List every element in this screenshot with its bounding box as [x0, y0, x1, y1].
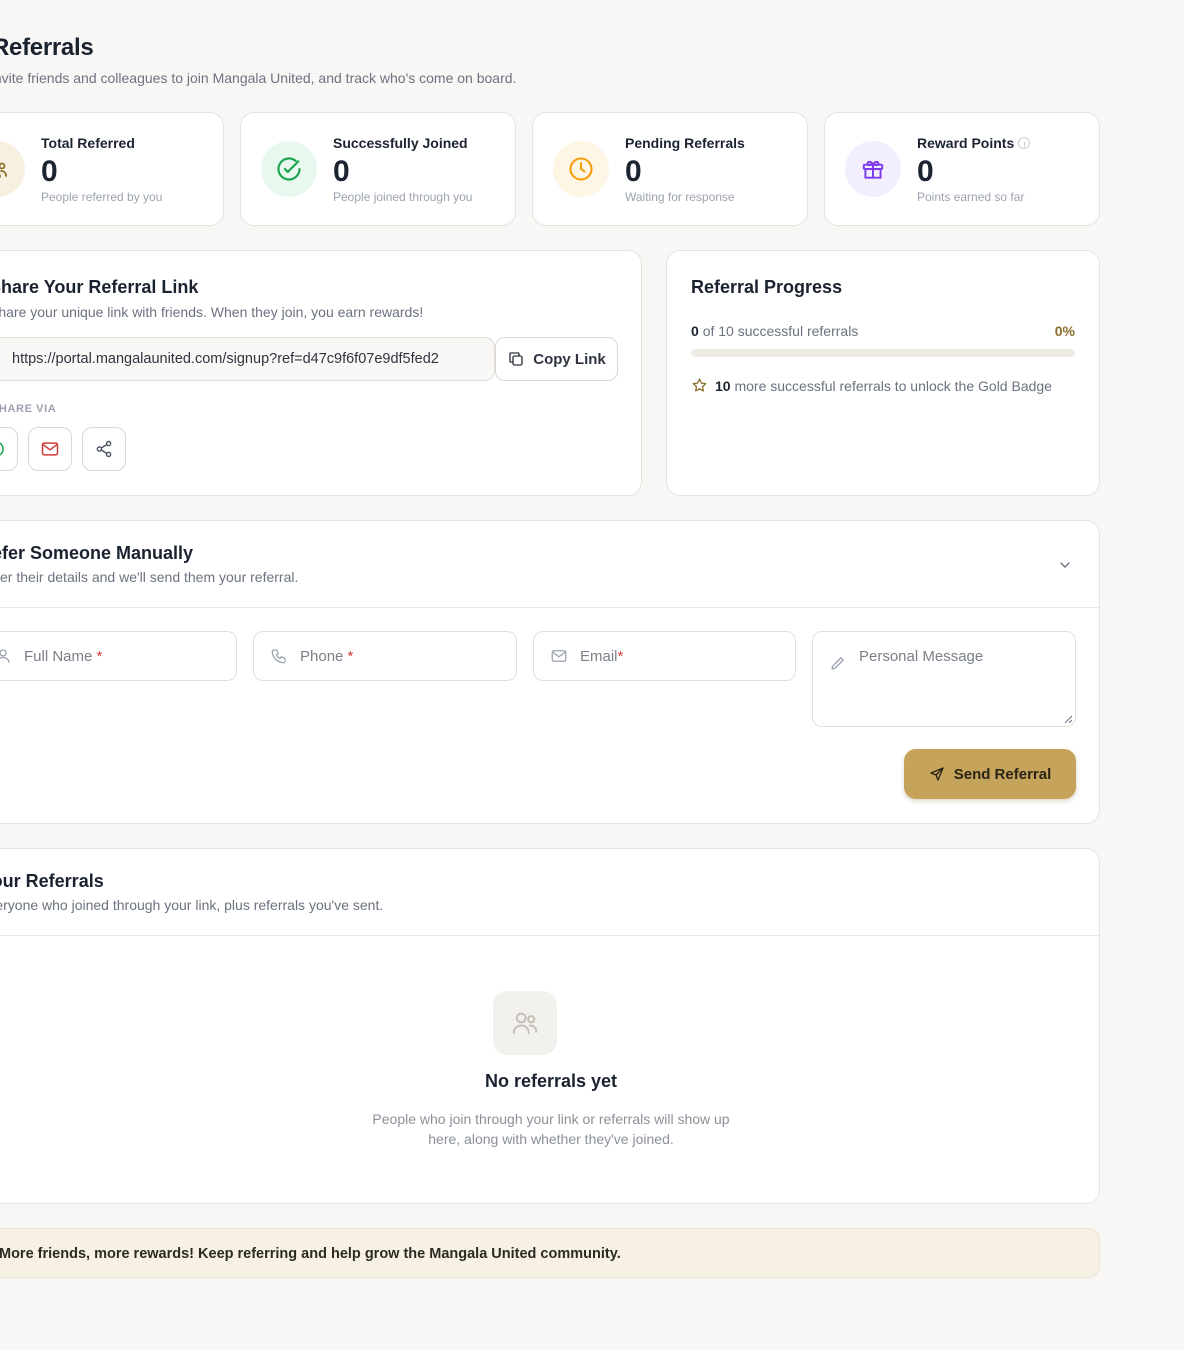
users-icon	[0, 141, 25, 197]
stat-card-total-referred: Total Referred 0 People referred by you	[0, 112, 224, 226]
stat-value: 0	[41, 155, 58, 188]
section-divider	[0, 607, 1099, 608]
gift-icon	[845, 141, 901, 197]
empty-state-text: People who join through your link or ref…	[372, 1111, 730, 1147]
empty-state-title: No referrals yet	[484, 1071, 618, 1091]
stat-value: 0	[625, 155, 642, 188]
page-subtitle: Invite friends and colleagues to join Ma…	[0, 70, 517, 86]
section-divider	[0, 935, 1099, 936]
personal-message-textarea[interactable]: Personal Message	[812, 631, 1076, 727]
email-input[interactable]: Email*	[533, 631, 796, 681]
your-referrals-subtitle: Everyone who joined through your link, p…	[0, 897, 384, 913]
copy-icon	[509, 352, 523, 366]
stat-label: Pending Referrals	[625, 135, 745, 151]
share-link-card: Share Your Referral Link Share your uniq…	[0, 250, 642, 496]
share-icon	[96, 440, 112, 458]
manual-referral-subtitle: Enter their details and we'll send them …	[0, 569, 299, 585]
share-more-button[interactable]	[82, 427, 126, 471]
stat-card-successfully-joined: Successfully Joined 0 People joined thro…	[240, 112, 516, 226]
referral-link-input[interactable]: https://portal.mangalaunited.com/signup?…	[0, 337, 495, 381]
share-email-button[interactable]	[28, 427, 72, 471]
full-name-input[interactable]: Full Name *	[0, 631, 237, 681]
progress-bar	[691, 349, 1075, 357]
stat-label: Total Referred	[41, 135, 135, 151]
chevron-down-icon[interactable]	[1057, 557, 1073, 578]
email-icon	[551, 650, 567, 662]
stat-label: Successfully Joined	[333, 135, 468, 151]
whatsapp-icon	[0, 442, 4, 456]
stat-caption: People referred by you	[41, 190, 163, 204]
stat-caption: Points earned so far	[917, 190, 1025, 204]
resize-handle-icon[interactable]	[1064, 715, 1072, 723]
encouragement-banner: More friends, more rewards! Keep referri…	[0, 1228, 1100, 1278]
users-icon	[493, 991, 557, 1055]
progress-goal: 10 more successful referrals to unlock t…	[691, 377, 1052, 394]
progress-count: 0 of 10 successful referrals	[691, 323, 859, 339]
stat-value: 0	[917, 155, 934, 188]
copy-link-button[interactable]: Copy Link	[495, 337, 618, 381]
pencil-icon	[831, 657, 844, 670]
stat-caption: People joined through you	[333, 190, 473, 204]
stat-caption: Waiting for response	[625, 190, 735, 204]
your-referrals-card: Your Referrals Everyone who joined throu…	[0, 848, 1100, 1204]
manual-referral-card: Refer Someone Manually Enter their detai…	[0, 520, 1100, 824]
send-icon	[930, 767, 944, 781]
check-circle-icon	[261, 141, 317, 197]
share-link-subtitle: Share your unique link with friends. Whe…	[0, 304, 424, 320]
your-referrals-title: Your Referrals	[0, 871, 104, 891]
clock-icon	[553, 141, 609, 197]
stat-card-reward-points: Reward Points 0 Points earned so far	[824, 112, 1100, 226]
stat-card-pending-referrals: Pending Referrals 0 Waiting for response	[532, 112, 808, 226]
share-whatsapp-button[interactable]	[0, 427, 18, 471]
send-referral-button[interactable]: Send Referral	[904, 749, 1076, 799]
referral-progress-card: Referral Progress 0 of 10 successful ref…	[666, 250, 1100, 496]
email-icon	[41, 442, 59, 456]
star-icon	[692, 378, 707, 392]
share-via-label: SHARE VIA	[0, 403, 57, 415]
phone-input[interactable]: Phone *	[253, 631, 517, 681]
share-link-title: Share Your Referral Link	[0, 277, 199, 297]
referral-progress-title: Referral Progress	[691, 277, 843, 297]
page-title: Referrals	[0, 34, 94, 61]
user-icon	[0, 649, 10, 663]
stat-label: Reward Points	[917, 135, 1031, 151]
stat-value: 0	[333, 155, 350, 188]
info-icon[interactable]	[1018, 137, 1031, 150]
progress-percent: 0%	[1054, 323, 1075, 339]
phone-icon	[271, 649, 286, 664]
manual-referral-title: Refer Someone Manually	[0, 543, 194, 563]
copy-link-label: Copy Link	[533, 350, 606, 368]
